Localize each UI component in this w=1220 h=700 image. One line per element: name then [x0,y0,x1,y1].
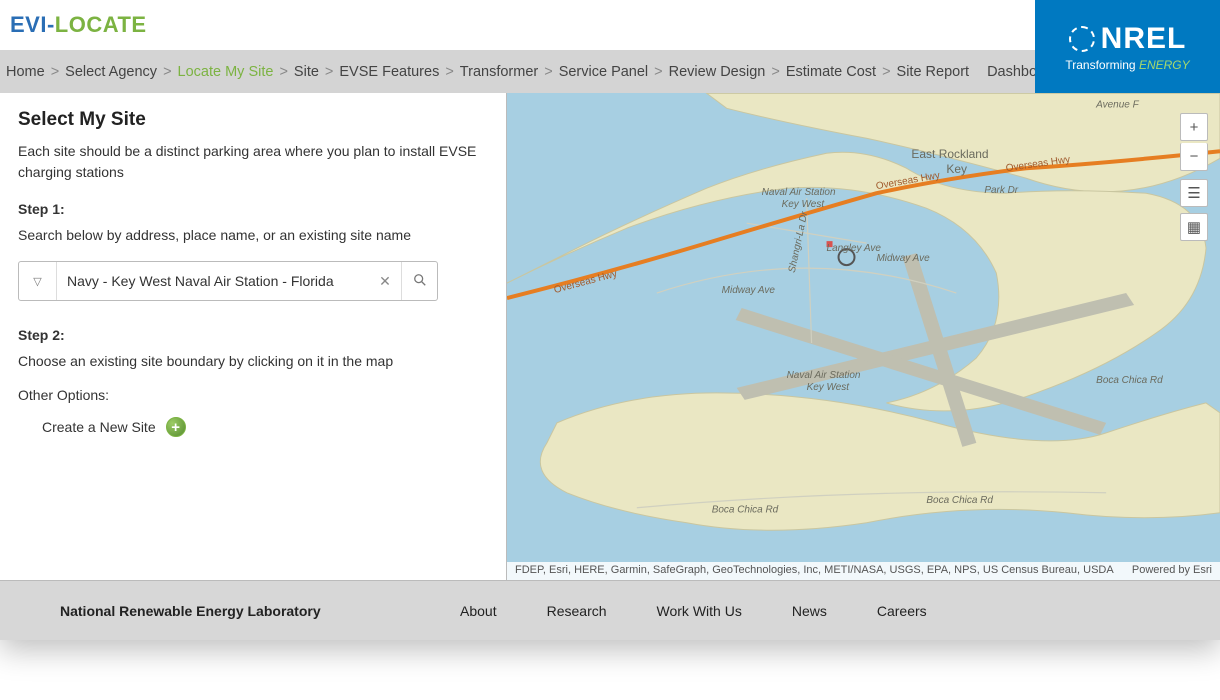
step2-text: Choose an existing site boundary by clic… [18,353,488,369]
other-options-label: Other Options: [18,387,488,403]
map-label-nas-bot1: Naval Air Station [787,370,861,381]
chevron-right-icon: > [163,64,171,80]
bc-select-agency[interactable]: Select Agency [65,64,157,80]
search-box: ▽ ✕ [18,261,438,301]
create-site-link[interactable]: Create a New Site [42,419,156,435]
bc-site-report[interactable]: Site Report [897,64,970,80]
search-clear-button[interactable]: ✕ [369,262,401,300]
chevron-down-icon: ▽ [33,275,41,288]
step1-text: Search below by address, place name, or … [18,227,488,243]
chevron-right-icon: > [445,64,453,80]
nrel-tagline-pre: Transforming [1065,58,1139,72]
map-label-bocachica2: Boca Chica Rd [926,495,993,506]
chevron-right-icon: > [279,64,287,80]
search-submit-button[interactable] [401,262,437,300]
logo-suffix: LOCATE [55,12,147,38]
minus-icon: − [1190,148,1199,165]
map-label-nas-top1: Naval Air Station [762,187,836,198]
nrel-logo-row: NREL [1069,22,1187,56]
footer-links: About Research Work With Us News Careers [460,603,927,619]
map-label-nas-top2: Key West [782,199,826,210]
search-dropdown-toggle[interactable]: ▽ [19,262,57,300]
left-panel: Select My Site Each site should be a dis… [0,93,506,580]
map-label-bocachica1: Boca Chica Rd [712,505,779,516]
plus-icon: + [1190,119,1199,136]
bc-service-panel[interactable]: Service Panel [559,64,648,80]
create-site-button[interactable]: + [166,417,186,437]
create-site-row: Create a New Site + [18,417,488,437]
map-layers-button[interactable]: ☰ [1180,179,1208,207]
map-label-midway: Midway Ave [722,285,776,296]
chevron-right-icon: > [51,64,59,80]
map-label-avenue-f: Avenue F [1095,99,1139,110]
nrel-name: NREL [1101,22,1187,56]
nrel-tagline-em: ENERGY [1139,58,1190,72]
chevron-right-icon: > [325,64,333,80]
map-canvas[interactable]: Naval Air Station Key West Naval Air Sta… [507,93,1220,580]
map-label-park-dr: Park Dr [984,185,1018,196]
bc-home[interactable]: Home [6,64,45,80]
bc-transformer[interactable]: Transformer [460,64,538,80]
nrel-sun-icon [1069,26,1095,52]
map-label-erk1: East Rockland [911,147,988,161]
map-attribution: FDEP, Esri, HERE, Garmin, SafeGraph, Geo… [507,562,1220,580]
close-icon: ✕ [379,273,391,290]
footer-link-news[interactable]: News [792,603,827,619]
content-row: Select My Site Each site should be a dis… [0,93,1220,580]
bc-site[interactable]: Site [294,64,319,80]
footer-org-name: National Renewable Energy Laboratory [20,603,460,619]
footer-link-about[interactable]: About [460,603,497,619]
chevron-right-icon: > [882,64,890,80]
search-input[interactable] [57,262,369,300]
step2-label: Step 2: [18,327,488,343]
nrel-tagline: Transforming ENERGY [1065,58,1189,72]
bc-estimate-cost[interactable]: Estimate Cost [786,64,876,80]
footer-link-research[interactable]: Research [547,603,607,619]
map-basemap-button[interactable]: ▦ [1180,213,1208,241]
map-label-overseas1: Overseas Hwy [553,269,618,296]
grid-icon: ▦ [1187,218,1201,236]
map-panel[interactable]: Naval Air Station Key West Naval Air Sta… [506,93,1220,580]
chevron-right-icon: > [771,64,779,80]
footer: National Renewable Energy Laboratory Abo… [0,580,1220,640]
footer-link-work[interactable]: Work With Us [657,603,742,619]
map-label-bocachica3: Boca Chica Rd [1096,375,1163,386]
map-zoom-out-button[interactable]: − [1180,143,1208,171]
plus-icon: + [171,419,180,436]
map-label-langley: Langley Ave [827,243,882,254]
map-attr-right[interactable]: Powered by Esri [1132,564,1212,578]
layers-icon: ☰ [1187,184,1200,202]
bc-evse-features[interactable]: EVSE Features [339,64,439,80]
logo-prefix: EVI- [10,12,55,38]
map-label-nas-bot2: Key West [807,382,851,393]
footer-link-careers[interactable]: Careers [877,603,927,619]
bc-locate-my-site[interactable]: Locate My Site [178,64,274,80]
bc-review-design[interactable]: Review Design [669,64,766,80]
map-label-midway2: Midway Ave [876,253,930,264]
map-attr-left: FDEP, Esri, HERE, Garmin, SafeGraph, Geo… [515,564,1114,578]
chevron-right-icon: > [544,64,552,80]
page-desc: Each site should be a distinct parking a… [18,141,488,183]
page-title: Select My Site [18,109,488,131]
map-zoom-in-button[interactable]: + [1180,113,1208,141]
map-label-erk2: Key [946,162,967,176]
nrel-brand-box[interactable]: NREL Transforming ENERGY [1035,0,1220,93]
step1-label: Step 1: [18,201,488,217]
search-icon [413,273,427,290]
chevron-right-icon: > [654,64,662,80]
